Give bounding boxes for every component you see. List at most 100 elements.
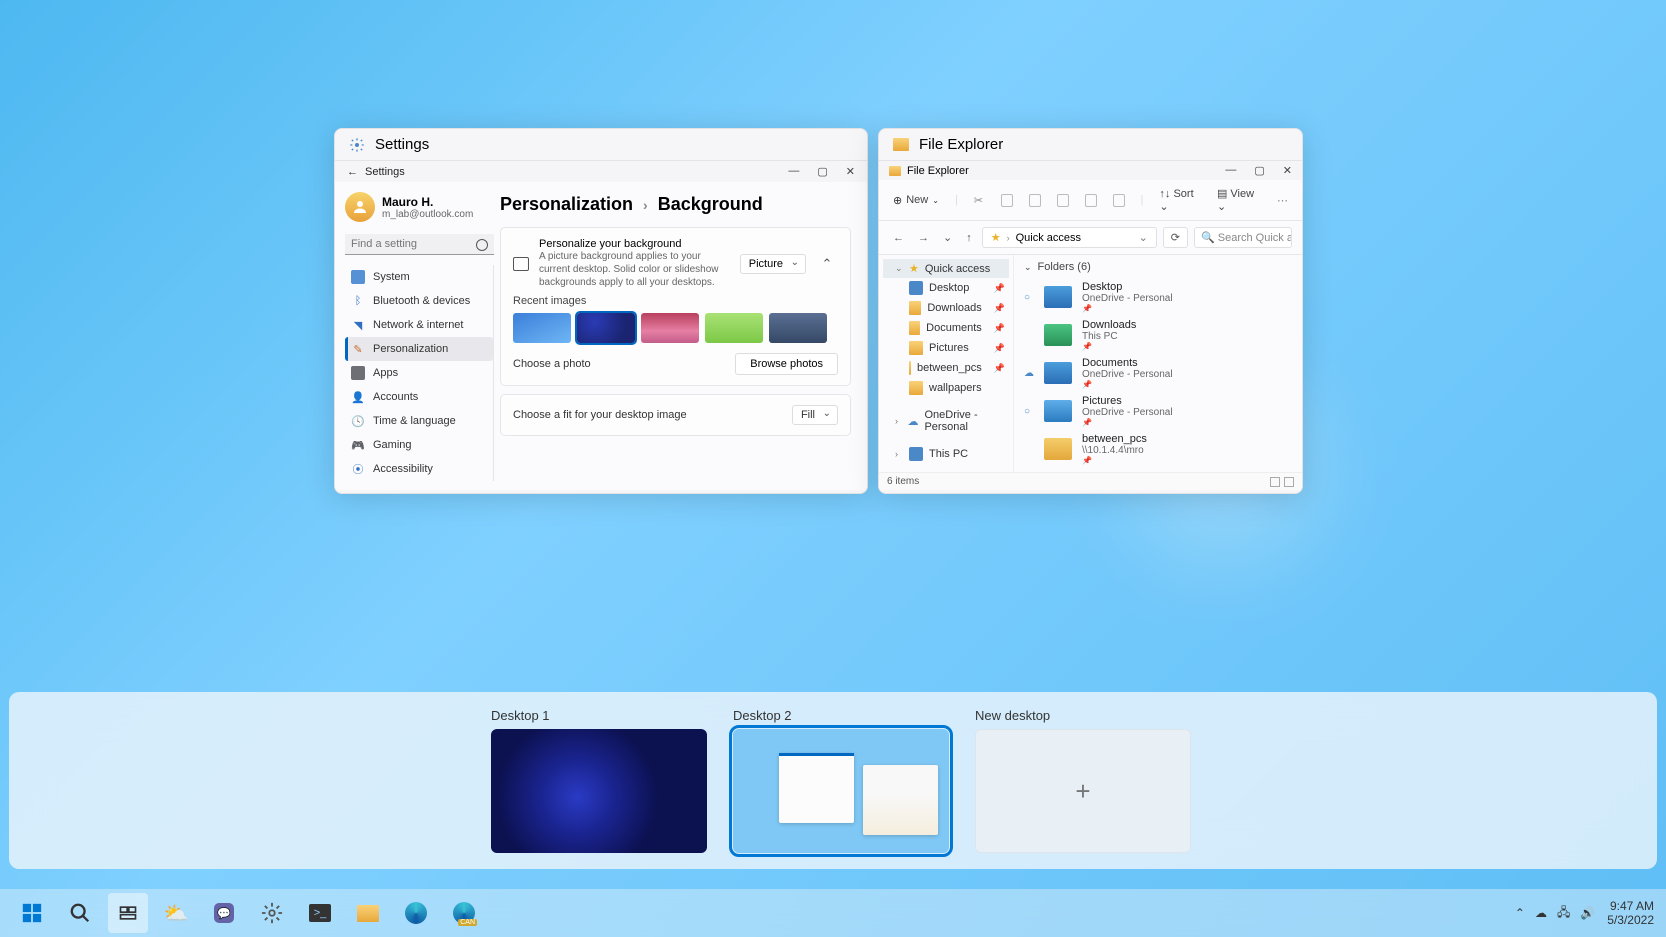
volume-icon[interactable]: 🔊: [1580, 906, 1595, 920]
thumbnail[interactable]: [641, 313, 699, 343]
breadcrumb-parent[interactable]: Personalization: [500, 194, 633, 215]
folder-icon: [357, 905, 379, 922]
desktop-1[interactable]: Desktop 1: [491, 708, 707, 853]
desktop-thumbnail[interactable]: [491, 729, 707, 853]
sidebar-item-downloads[interactable]: Downloads📌: [883, 298, 1009, 318]
time: 9:47 AM: [1607, 899, 1654, 913]
nav-forward-icon[interactable]: →: [914, 232, 933, 244]
sidebar-item-documents[interactable]: Documents📌: [883, 318, 1009, 338]
sidebar-item-wallpapers[interactable]: wallpapers: [883, 378, 1009, 398]
copy-icon[interactable]: [1001, 194, 1013, 207]
nav-back-icon[interactable]: ←: [889, 232, 908, 244]
maximize-icon[interactable]: ▢: [817, 165, 827, 178]
desktop-2[interactable]: Desktop 2: [733, 708, 949, 853]
new-desktop-button[interactable]: +: [975, 729, 1191, 853]
thumbnails-view-icon[interactable]: [1284, 477, 1294, 487]
sidebar-item-quick-access[interactable]: ⌄★Quick access: [883, 259, 1009, 278]
fit-label: Choose a fit for your desktop image: [513, 409, 687, 421]
new-button[interactable]: ⊕ New ⌄: [893, 194, 939, 207]
fit-dropdown[interactable]: Fill: [792, 405, 838, 425]
sidebar-item-between-pcs[interactable]: between_pcs📌: [883, 358, 1009, 378]
nav-up-icon[interactable]: ↑: [962, 232, 976, 244]
new-desktop[interactable]: New desktop +: [975, 708, 1191, 853]
thumbnail[interactable]: [705, 313, 763, 343]
delete-icon[interactable]: [1113, 194, 1125, 207]
preview-title: Settings: [375, 136, 429, 153]
collapse-up-icon[interactable]: ⌃: [816, 256, 838, 272]
sort-button[interactable]: ↑↓ Sort ⌄: [1159, 188, 1201, 213]
terminal-icon: >_: [309, 904, 331, 922]
network-icon[interactable]: 🖧: [1557, 903, 1570, 924]
nav-gaming[interactable]: 🎮Gaming: [345, 433, 493, 457]
thumbnail[interactable]: [769, 313, 827, 343]
folder-desktop[interactable]: ○DesktopOneDrive - Personal📌: [1024, 281, 1292, 313]
apps-icon: [351, 366, 365, 380]
nav-apps[interactable]: Apps: [345, 361, 493, 385]
onedrive-icon[interactable]: ☁: [1535, 906, 1547, 920]
close-icon[interactable]: ✕: [1283, 164, 1292, 177]
taskview-button[interactable]: [108, 893, 148, 933]
brush-icon: ✎: [351, 342, 365, 356]
thumbnail[interactable]: [577, 313, 635, 343]
more-icon[interactable]: ⋯: [1277, 194, 1288, 207]
bg-card-title: Personalize your background: [539, 238, 730, 250]
nav-accounts[interactable]: 👤Accounts: [345, 385, 493, 409]
app-edge[interactable]: [396, 893, 436, 933]
nav-network[interactable]: ◥Network & internet: [345, 313, 493, 337]
sidebar-item-thispc[interactable]: ›This PC: [883, 444, 1009, 464]
taskview-window-file-explorer[interactable]: File Explorer File Explorer — ▢ ✕ ⊕ New …: [878, 128, 1303, 494]
folder-downloads[interactable]: DownloadsThis PC📌: [1024, 319, 1292, 351]
clock-icon: 🕓: [351, 414, 365, 428]
folder-documents[interactable]: ☁DocumentsOneDrive - Personal📌: [1024, 357, 1292, 389]
back-icon[interactable]: ←: [347, 166, 358, 178]
clock[interactable]: 9:47 AM 5/3/2022: [1607, 899, 1654, 928]
nav-time-language[interactable]: 🕓Time & language: [345, 409, 493, 433]
date: 5/3/2022: [1607, 913, 1654, 927]
minimize-icon[interactable]: —: [1225, 164, 1236, 177]
nav-accessibility[interactable]: ⦿Accessibility: [345, 457, 493, 481]
browse-photos-button[interactable]: Browse photos: [735, 353, 838, 375]
sidebar-item-onedrive[interactable]: ›☁OneDrive - Personal: [883, 406, 1009, 436]
nav-personalization[interactable]: ✎Personalization: [345, 337, 493, 361]
cut-icon[interactable]: ✂: [974, 194, 986, 207]
app-terminal[interactable]: >_: [300, 893, 340, 933]
plus-icon: +: [1075, 776, 1090, 807]
share-icon[interactable]: [1085, 194, 1097, 207]
folders-header[interactable]: ⌄Folders (6): [1024, 261, 1292, 273]
desktop-thumbnail[interactable]: [733, 729, 949, 853]
maximize-icon[interactable]: ▢: [1254, 164, 1264, 177]
chevron-down-icon[interactable]: ⌄: [1139, 231, 1148, 244]
search-button[interactable]: [60, 893, 100, 933]
background-type-dropdown[interactable]: Picture: [740, 254, 806, 274]
taskview-window-settings[interactable]: Settings ← Settings — ▢ ✕ Mauro H. m_lab…: [334, 128, 868, 494]
folder-between-pcs[interactable]: between_pcs\\10.1.4.4\mro📌: [1024, 433, 1292, 465]
minimize-icon[interactable]: —: [788, 165, 799, 178]
app-chat[interactable]: 💬: [204, 893, 244, 933]
app-file-explorer[interactable]: [348, 893, 388, 933]
view-button[interactable]: ▤ View ⌄: [1217, 187, 1261, 213]
thumbnail[interactable]: [513, 313, 571, 343]
user-profile[interactable]: Mauro H. m_lab@outlook.com: [345, 192, 494, 222]
search-input[interactable]: [345, 234, 494, 255]
refresh-icon[interactable]: ⟳: [1163, 227, 1188, 248]
nav-recent-icon[interactable]: ⌄: [939, 231, 956, 244]
nav-bluetooth[interactable]: ᛒBluetooth & devices: [345, 289, 493, 313]
sidebar-item-pictures[interactable]: Pictures📌: [883, 338, 1009, 358]
settings-search[interactable]: [345, 234, 494, 255]
explorer-search[interactable]: 🔍 Search Quick access: [1194, 227, 1292, 248]
sidebar-item-desktop[interactable]: Desktop📌: [883, 278, 1009, 298]
taskview-desktops: Desktop 1 Desktop 2 New desktop +: [9, 692, 1657, 869]
app-settings[interactable]: [252, 893, 292, 933]
app-weather[interactable]: ⛅: [156, 893, 196, 933]
app-edge-canary[interactable]: CAN: [444, 893, 484, 933]
nav-system[interactable]: System: [345, 265, 493, 289]
start-button[interactable]: [12, 893, 52, 933]
address-field[interactable]: ★ › Quick access ⌄: [982, 227, 1157, 248]
close-icon[interactable]: ✕: [846, 165, 855, 178]
rename-icon[interactable]: [1057, 194, 1069, 207]
paste-icon[interactable]: [1029, 194, 1041, 207]
details-view-icon[interactable]: [1270, 477, 1280, 487]
breadcrumb-current: Background: [658, 194, 763, 215]
tray-overflow-icon[interactable]: ⌃: [1515, 906, 1525, 920]
folder-pictures[interactable]: ○PicturesOneDrive - Personal📌: [1024, 395, 1292, 427]
